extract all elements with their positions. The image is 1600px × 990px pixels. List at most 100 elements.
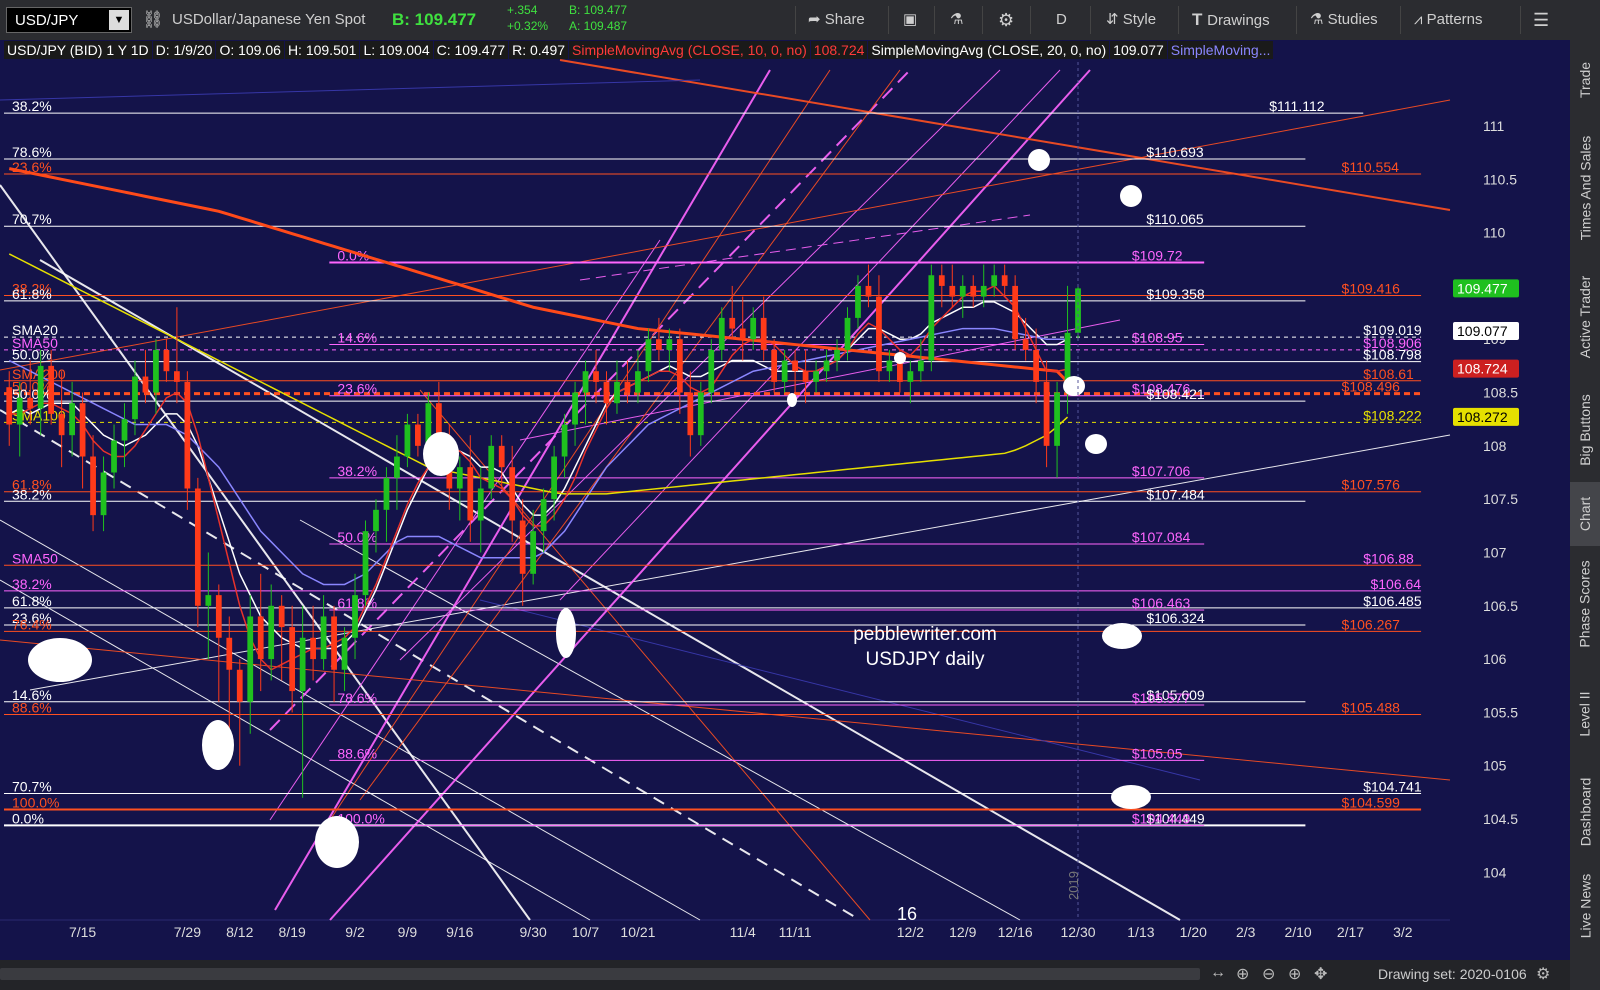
drawing-set-label[interactable]: Drawing set: 2020-0106 <box>1378 966 1527 982</box>
price-tick-label: 108 <box>1483 438 1507 454</box>
crosshair-icon[interactable]: ⊕ <box>1236 964 1249 984</box>
link-icon[interactable]: ⛓ <box>142 0 164 40</box>
tab-dashboard[interactable]: Dashboard <box>1570 768 1600 856</box>
candle-body <box>509 467 516 521</box>
candle-body <box>142 376 149 393</box>
info-symbol: USD/JPY (BID) 1 Y 1D <box>4 41 152 59</box>
price-tick-label: 105.5 <box>1483 704 1518 720</box>
studies-button[interactable]: ⚗ Studies <box>1310 0 1378 40</box>
fib-price-label: $106.88 <box>1363 550 1414 566</box>
candle-body <box>876 296 882 372</box>
price-chart[interactable]: 104 104.5 105 105.5 106 106.5 107 107.5 108 108.5… <box>0 40 1570 960</box>
tab-big-buttons[interactable]: Big Buttons <box>1570 380 1600 480</box>
candle-body <box>718 317 725 350</box>
candle-body <box>394 456 400 478</box>
drawings-label: Drawings <box>1207 12 1270 29</box>
candle-body <box>247 616 254 702</box>
flask-icon[interactable]: ⚗ <box>950 0 963 40</box>
screenshot-icon[interactable]: ▣ <box>903 0 917 40</box>
fib-price-label: $108.421 <box>1146 386 1205 402</box>
tab-phase-scores[interactable]: Phase Scores <box>1570 548 1600 660</box>
date-tick-label: 1/20 <box>1180 924 1207 940</box>
fib-level-label: 50.0% <box>337 529 377 545</box>
tab-times-and-sales[interactable]: Times And Sales <box>1570 122 1600 254</box>
fib-price-label: $105.577 <box>1132 690 1191 706</box>
drawings-button[interactable]: T Drawings <box>1192 0 1270 40</box>
tab-times-and-sales-label: Times And Sales <box>1577 135 1593 241</box>
candle-body <box>603 381 610 404</box>
count-label: 16 <box>897 904 917 924</box>
candle-body <box>121 419 128 441</box>
cursor-icon[interactable]: ✥ <box>1314 964 1327 984</box>
candle-body <box>687 392 694 436</box>
fib-price-label: $108.798 <box>1363 347 1422 363</box>
menu-icon[interactable]: ☰ <box>1533 0 1549 40</box>
fib-price-label: $110.693 <box>1146 144 1204 160</box>
plot-background <box>0 40 1570 960</box>
candle-body <box>928 275 935 361</box>
price-tag-label: 108.272 <box>1457 409 1508 425</box>
candle-body <box>750 317 757 340</box>
date-tick-label: 9/16 <box>446 924 473 940</box>
candle-body <box>69 403 75 436</box>
candle-body <box>739 328 746 340</box>
date-tick-label: 2/10 <box>1284 924 1311 940</box>
price-tick-label: 105 <box>1483 758 1507 774</box>
candle-body <box>708 349 715 393</box>
annotation-ellipse <box>423 432 459 476</box>
date-tick-label: 2/3 <box>1236 924 1256 940</box>
symbol-selector[interactable]: USD/JPY ▼ <box>6 7 132 33</box>
chart-area[interactable]: 104 104.5 105 105.5 106 106.5 107 107.5 108 108.5… <box>0 40 1570 960</box>
fib-level-label: 61.8% <box>12 286 52 302</box>
period-button[interactable]: D <box>1056 0 1067 40</box>
tab-level-ii[interactable]: Level II <box>1570 662 1600 766</box>
candle-body <box>593 371 599 382</box>
candle-body <box>949 285 956 297</box>
candle-body <box>226 637 233 670</box>
chart-info-bar: USD/JPY (BID) 1 Y 1D D: 1/9/20 O: 109.06 H:… <box>4 41 1274 62</box>
tab-trade[interactable]: Trade <box>1570 40 1600 120</box>
candle-body <box>676 339 683 393</box>
fib-price-label: $106.64 <box>1370 576 1421 592</box>
candle-body <box>760 317 767 350</box>
date-tick-label: 3/2 <box>1393 924 1413 940</box>
zoom-in-icon[interactable]: ⊕ <box>1288 964 1301 984</box>
style-button[interactable]: ⇵ Style <box>1106 0 1156 40</box>
date-tick-label: 10/7 <box>572 924 599 940</box>
candle-body <box>938 275 945 286</box>
fib-price-label: $105.488 <box>1342 700 1401 716</box>
text-tool-icon: T <box>1192 10 1208 29</box>
fib-price-label: $104.599 <box>1342 794 1401 810</box>
tab-chart[interactable]: Chart <box>1570 482 1600 546</box>
tab-live-news[interactable]: Live News <box>1570 858 1600 954</box>
candle-body <box>781 360 788 382</box>
candle-body <box>362 531 369 596</box>
candle-body <box>844 317 851 350</box>
bottom-bar: ↔ ⊕ ⊖ ⊕ ✥ Drawing set: 2020-0106 ⚙ <box>0 960 1570 990</box>
share-button[interactable]: ➦ Share <box>808 0 865 40</box>
patterns-button[interactable]: ⩘ Patterns <box>1414 0 1483 40</box>
fib-level-label: 70.7% <box>12 211 52 227</box>
candle-body <box>215 595 222 638</box>
fib-price-label: $107.576 <box>1342 477 1401 493</box>
zoom-out-icon[interactable]: ⊖ <box>1262 964 1275 984</box>
info-sma10-value: 108.724 <box>810 41 868 59</box>
settings-icon[interactable]: ⚙ <box>1536 964 1550 984</box>
candle-body <box>467 467 474 521</box>
info-range: R: 0.497 <box>509 41 569 59</box>
fib-level-label: 78.6% <box>12 144 52 160</box>
price-tick-label: 108.5 <box>1483 385 1518 401</box>
candle-body <box>624 381 631 393</box>
chevron-down-icon[interactable]: ▼ <box>109 10 129 30</box>
tab-active-trader[interactable]: Active Trader <box>1570 256 1600 378</box>
horizontal-scrollbar[interactable] <box>0 968 1200 980</box>
candle-body <box>886 360 893 372</box>
toolbar: USD/JPY ▼ ⛓ USDollar/Japanese Yen Spot B:… <box>0 0 1600 41</box>
gear-icon[interactable]: ⚙ <box>998 0 1014 40</box>
fib-price-label: $109.72 <box>1132 247 1183 263</box>
candle-body <box>802 371 809 382</box>
candle-body <box>383 477 390 510</box>
expand-icon[interactable]: ↔ <box>1210 964 1226 982</box>
candle-body <box>970 285 977 297</box>
fib-level-label: 88.6% <box>12 700 52 716</box>
